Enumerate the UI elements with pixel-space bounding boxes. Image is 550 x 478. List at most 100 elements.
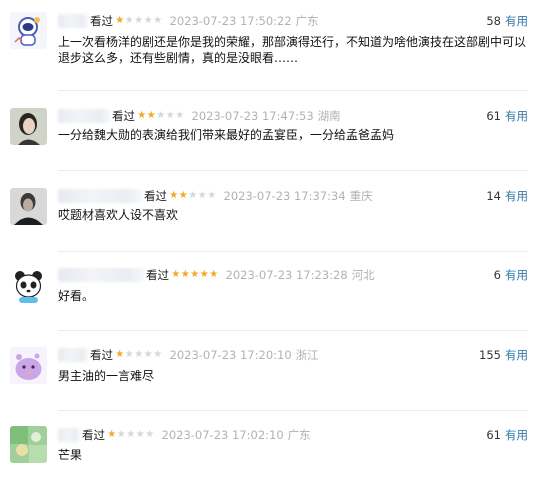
star-icon: ★ <box>146 110 156 121</box>
star-icon: ★ <box>180 269 190 280</box>
vote-area: 155 有用 <box>479 346 528 364</box>
star-icon: ★ <box>134 349 144 360</box>
divider <box>58 410 528 411</box>
vote-area: 14 有用 <box>486 187 528 205</box>
star-icon: ★ <box>116 429 126 440</box>
comment-meta: 看过 ★ ★ ★ ★ ★ 2023-07-23 17:50:22 广东 <box>58 12 319 30</box>
comment-text: 上一次看杨洋的剧还是你是我的荣耀，那部演得还行，不知道为啥他演技在这部剧中可以退… <box>58 35 527 65</box>
star-icon: ★ <box>207 190 217 201</box>
star-icon: ★ <box>153 349 163 360</box>
star-icon: ★ <box>199 269 209 280</box>
rating-stars: ★ ★ ★ ★ ★ <box>107 430 155 440</box>
vote-area: 61 有用 <box>486 426 528 444</box>
star-icon: ★ <box>124 15 134 26</box>
watch-status: 看过 <box>112 109 135 123</box>
star-icon: ★ <box>143 349 153 360</box>
vote-count: 58 <box>486 14 501 28</box>
vote-area: 58 有用 <box>486 12 528 30</box>
username-blurred[interactable] <box>58 189 142 203</box>
watch-status: 看过 <box>90 14 113 28</box>
star-icon: ★ <box>178 190 188 201</box>
watch-status: 看过 <box>82 428 105 442</box>
star-icon: ★ <box>153 15 163 26</box>
star-icon: ★ <box>126 429 136 440</box>
comment-text: 好看。 <box>58 289 95 303</box>
user-avatar[interactable] <box>10 267 47 304</box>
useful-button[interactable]: 有用 <box>505 108 528 124</box>
comment-location: 河北 <box>351 268 375 282</box>
star-icon: ★ <box>107 429 117 440</box>
comment-text: 一分给魏大勋的表演给我们带来最好的孟宴臣，一分给孟爸孟妈 <box>58 128 395 142</box>
rating-stars: ★ ★ ★ ★ ★ <box>115 350 163 360</box>
rating-stars: ★ ★ ★ ★ ★ <box>137 111 185 121</box>
watch-status: 看过 <box>90 348 113 362</box>
useful-button[interactable]: 有用 <box>505 347 528 363</box>
comment-text: 男主油的一言难尽 <box>58 369 155 383</box>
star-icon: ★ <box>169 190 179 201</box>
vote-count: 61 <box>486 109 501 123</box>
vote-count: 61 <box>486 428 501 442</box>
comment-time: 2023-07-23 17:47:53 <box>191 109 314 123</box>
star-icon: ★ <box>190 269 200 280</box>
username-blurred[interactable] <box>58 428 80 442</box>
comment-time: 2023-07-23 17:23:28 <box>225 268 348 282</box>
vote-count: 14 <box>486 189 501 203</box>
rating-stars: ★ ★ ★ ★ ★ <box>115 16 163 26</box>
username-blurred[interactable] <box>58 109 110 123</box>
watch-status: 看过 <box>146 268 169 282</box>
username-blurred[interactable] <box>58 268 144 282</box>
comment-location: 湖南 <box>317 109 341 123</box>
comment-meta: 看过 ★ ★ ★ ★ ★ 2023-07-23 17:20:10 浙江 <box>58 346 319 364</box>
comment-time: 2023-07-23 17:50:22 <box>169 14 292 28</box>
comment-location: 浙江 <box>295 348 319 362</box>
vote-area: 61 有用 <box>486 107 528 125</box>
rating-stars: ★ ★ ★ ★ ★ <box>171 270 219 280</box>
star-icon: ★ <box>197 190 207 201</box>
divider <box>58 90 528 91</box>
user-avatar[interactable] <box>10 426 47 463</box>
comment-location: 广东 <box>295 14 319 28</box>
comment-meta: 看过 ★ ★ ★ ★ ★ 2023-07-23 17:47:53 湖南 <box>58 107 341 125</box>
username-blurred[interactable] <box>58 348 88 362</box>
vote-count: 155 <box>479 348 501 362</box>
comment-meta: 看过 ★ ★ ★ ★ ★ 2023-07-23 17:37:34 重庆 <box>58 187 373 205</box>
comment-time: 2023-07-23 17:20:10 <box>169 348 292 362</box>
rating-stars: ★ ★ ★ ★ ★ <box>169 191 217 201</box>
comment-meta: 看过 ★ ★ ★ ★ ★ 2023-07-23 17:02:10 广东 <box>58 426 311 444</box>
star-icon: ★ <box>171 269 181 280</box>
divider <box>58 330 528 331</box>
user-avatar[interactable] <box>10 347 47 384</box>
star-icon: ★ <box>143 15 153 26</box>
watch-status: 看过 <box>144 189 167 203</box>
divider <box>58 170 528 171</box>
user-avatar[interactable] <box>10 12 47 49</box>
star-icon: ★ <box>115 349 125 360</box>
star-icon: ★ <box>209 269 219 280</box>
comment-text: 芒果 <box>58 448 83 462</box>
comment-time: 2023-07-23 17:02:10 <box>161 428 284 442</box>
comment-time: 2023-07-23 17:37:34 <box>223 189 346 203</box>
star-icon: ★ <box>145 429 155 440</box>
star-icon: ★ <box>134 15 144 26</box>
star-icon: ★ <box>156 110 166 121</box>
star-icon: ★ <box>188 190 198 201</box>
star-icon: ★ <box>175 110 185 121</box>
vote-area: 6 有用 <box>494 266 528 284</box>
username-blurred[interactable] <box>58 14 88 28</box>
comment-text: 哎题材喜欢人设不喜欢 <box>58 208 179 222</box>
star-icon: ★ <box>124 349 134 360</box>
star-icon: ★ <box>165 110 175 121</box>
star-icon: ★ <box>137 110 147 121</box>
user-avatar[interactable] <box>10 188 47 225</box>
star-icon: ★ <box>115 15 125 26</box>
useful-button[interactable]: 有用 <box>505 427 528 443</box>
star-icon: ★ <box>135 429 145 440</box>
divider <box>58 251 528 252</box>
comment-location: 重庆 <box>349 189 373 203</box>
user-avatar[interactable] <box>10 108 47 145</box>
comment-meta: 看过 ★ ★ ★ ★ ★ 2023-07-23 17:23:28 河北 <box>58 266 375 284</box>
useful-button[interactable]: 有用 <box>505 188 528 204</box>
comment-location: 广东 <box>287 428 311 442</box>
useful-button[interactable]: 有用 <box>505 13 528 29</box>
useful-button[interactable]: 有用 <box>505 267 528 283</box>
